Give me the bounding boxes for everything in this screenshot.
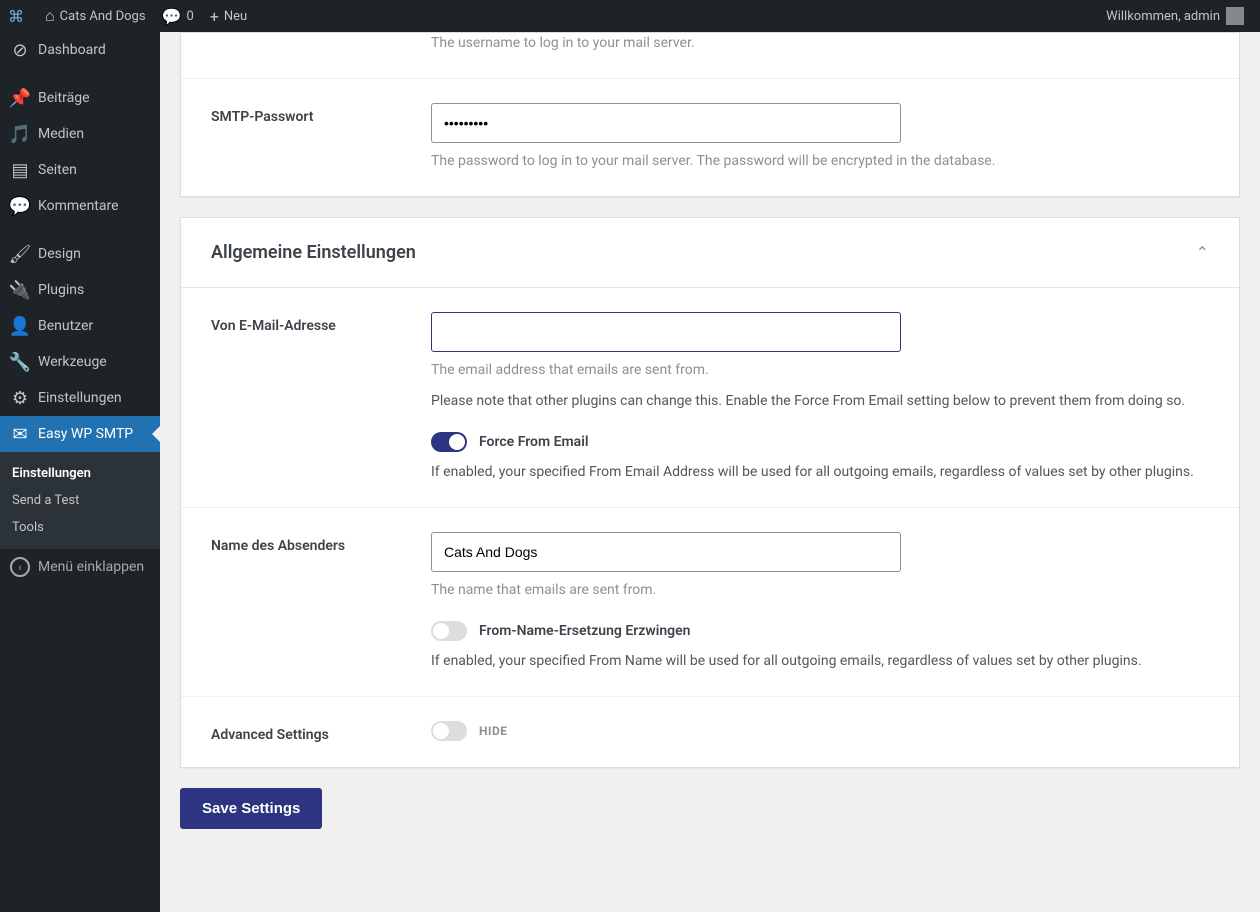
- content-area: The username to log in to your mail serv…: [160, 32, 1260, 849]
- from-name-label: Name des Absenders: [211, 532, 431, 672]
- advanced-hide-label: HIDE: [479, 724, 508, 738]
- sidebar-item-label: Seiten: [38, 162, 77, 178]
- sidebar-item-plugins[interactable]: 🔌 Plugins: [0, 272, 160, 308]
- sliders-icon: ⚙: [10, 388, 30, 408]
- avatar: [1226, 7, 1244, 25]
- chevron-up-icon: ⌃: [1196, 243, 1209, 262]
- from-email-help: The email address that emails are sent f…: [431, 360, 1209, 381]
- plus-icon: +: [210, 7, 219, 26]
- force-from-email-toggle[interactable]: [431, 432, 467, 452]
- advanced-settings-toggle[interactable]: [431, 721, 467, 741]
- sidebar-item-comments[interactable]: 💬 Kommentare: [0, 188, 160, 224]
- plug-icon: 🔌: [10, 280, 30, 300]
- sidebar-item-label: Einstellungen: [38, 390, 122, 406]
- site-link[interactable]: ⌂ Cats And Dogs: [37, 0, 154, 32]
- sidebar-item-posts[interactable]: 📌 Beiträge: [0, 80, 160, 116]
- sidebar-submenu: Einstellungen Send a Test Tools: [0, 452, 160, 549]
- sidebar-item-label: Kommentare: [38, 198, 119, 214]
- sidebar-item-label: Dashboard: [38, 42, 106, 58]
- sidebar-sub-send-test[interactable]: Send a Test: [0, 487, 160, 514]
- sidebar-item-design[interactable]: 🖌 Design: [0, 236, 160, 272]
- smtp-password-label: SMTP-Passwort: [211, 103, 431, 172]
- admin-sidebar: ⊘ Dashboard 📌 Beiträge 🎵 Medien ▤ Seiten 💬 Ko…: [0, 32, 160, 912]
- smtp-password-help: The password to log in to your mail serv…: [431, 151, 1209, 172]
- pin-icon: 📌: [10, 88, 30, 108]
- sidebar-item-label: Easy WP SMTP: [38, 426, 133, 442]
- card-title: Allgemeine Einstellungen: [211, 242, 416, 263]
- sidebar-sub-settings[interactable]: Einstellungen: [0, 460, 160, 487]
- brush-icon: 🖌: [10, 244, 30, 264]
- sidebar-item-pages[interactable]: ▤ Seiten: [0, 152, 160, 188]
- collapse-toggle[interactable]: ⌃: [1196, 243, 1209, 262]
- new-link[interactable]: + Neu: [202, 0, 255, 32]
- new-label: Neu: [224, 9, 247, 24]
- user-icon: 👤: [10, 316, 30, 336]
- sidebar-item-label: Plugins: [38, 282, 84, 298]
- media-icon: 🎵: [10, 124, 30, 144]
- greeting-text: Willkommen, admin: [1106, 9, 1220, 24]
- force-from-email-label: Force From Email: [479, 434, 588, 450]
- chevron-left-icon: ‹: [10, 557, 30, 577]
- sidebar-item-dashboard[interactable]: ⊘ Dashboard: [0, 32, 160, 68]
- from-name-input[interactable]: [431, 532, 901, 572]
- sidebar-item-label: Werkzeuge: [38, 354, 107, 370]
- comment-icon: 💬: [162, 7, 182, 26]
- force-from-email-help: If enabled, your specified From Email Ad…: [431, 462, 1209, 483]
- account-link[interactable]: Willkommen, admin: [1098, 0, 1252, 32]
- from-name-help: The name that emails are sent from.: [431, 580, 1209, 601]
- page-icon: ▤: [10, 160, 30, 180]
- sidebar-item-label: Beiträge: [38, 90, 90, 106]
- home-icon: ⌂: [45, 6, 55, 26]
- force-from-name-toggle[interactable]: [431, 621, 467, 641]
- wrench-icon: 🔧: [10, 352, 30, 372]
- mail-icon: ✉: [10, 424, 30, 444]
- collapse-label: Menü einklappen: [38, 559, 144, 575]
- smtp-card: The username to log in to your mail serv…: [180, 32, 1240, 197]
- sidebar-item-users[interactable]: 👤 Benutzer: [0, 308, 160, 344]
- force-from-name-label: From-Name-Ersetzung Erzwingen: [479, 623, 691, 639]
- comment-icon: 💬: [10, 196, 30, 216]
- sidebar-item-label: Medien: [38, 126, 84, 142]
- sidebar-item-easy-wp-smtp[interactable]: ✉ Easy WP SMTP: [0, 416, 160, 452]
- sidebar-item-media[interactable]: 🎵 Medien: [0, 116, 160, 152]
- wordpress-icon: ⌘: [8, 7, 24, 26]
- save-settings-button[interactable]: Save Settings: [180, 788, 322, 829]
- force-from-name-help: If enabled, your specified From Name wil…: [431, 651, 1209, 672]
- advanced-settings-label: Advanced Settings: [211, 721, 431, 743]
- admin-bar: ⌘ ⌂Cats And Dogs 💬0 +Neu Willkommen, adm…: [0, 0, 1260, 32]
- sidebar-item-settings[interactable]: ⚙ Einstellungen: [0, 380, 160, 416]
- from-email-label: Von E-Mail-Adresse: [211, 312, 431, 483]
- from-email-note: Please note that other plugins can chang…: [431, 391, 1209, 412]
- smtp-username-help: The username to log in to your mail serv…: [431, 33, 1209, 54]
- comments-count: 0: [186, 9, 193, 24]
- sidebar-item-label: Design: [38, 246, 81, 262]
- wp-logo[interactable]: ⌘: [0, 0, 37, 32]
- sidebar-sub-tools[interactable]: Tools: [0, 514, 160, 541]
- sidebar-item-label: Benutzer: [38, 318, 93, 334]
- dashboard-icon: ⊘: [10, 40, 30, 60]
- site-name: Cats And Dogs: [60, 9, 146, 24]
- general-settings-card: Allgemeine Einstellungen ⌃ Von E-Mail-Ad…: [180, 217, 1240, 768]
- sidebar-item-tools[interactable]: 🔧 Werkzeuge: [0, 344, 160, 380]
- comments-link[interactable]: 💬0: [154, 0, 202, 32]
- from-email-input[interactable]: [431, 312, 901, 352]
- smtp-password-input[interactable]: [431, 103, 901, 143]
- collapse-menu[interactable]: ‹ Menü einklappen: [0, 549, 160, 585]
- card-header: Allgemeine Einstellungen ⌃: [181, 218, 1239, 288]
